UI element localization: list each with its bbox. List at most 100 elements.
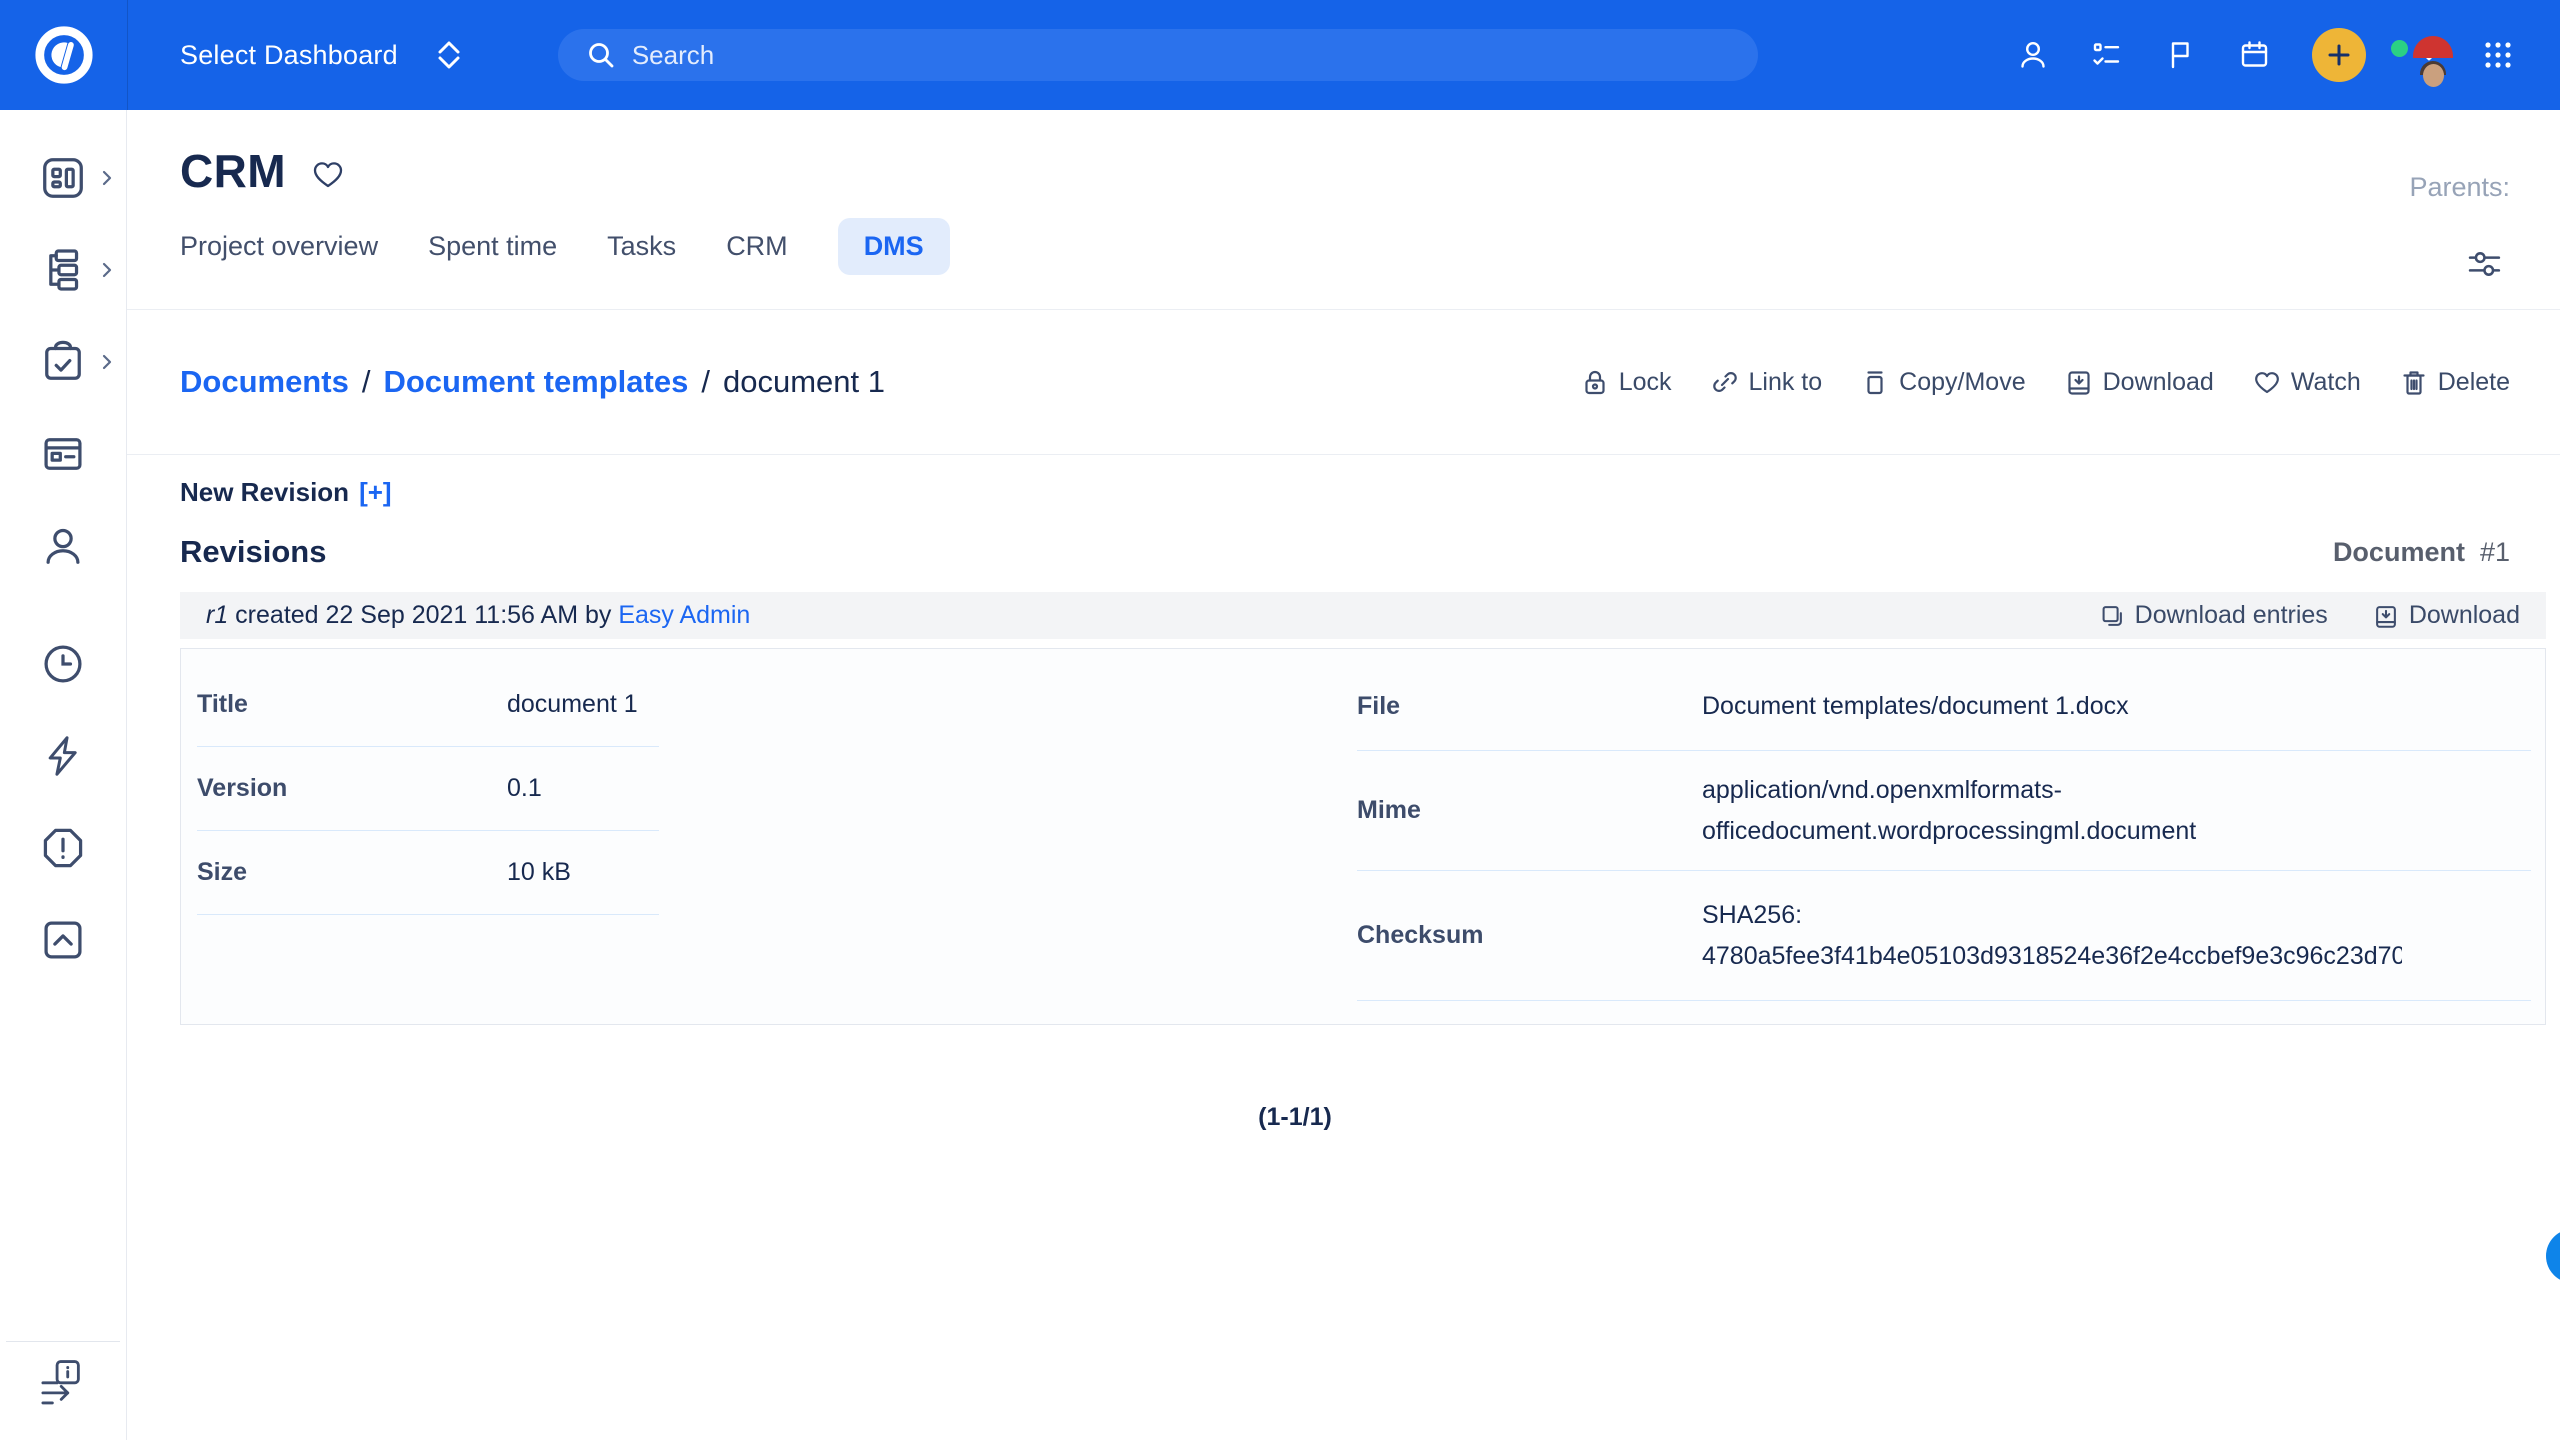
revision-author-link[interactable]: Easy Admin [618,601,750,629]
sidebar-item-modules[interactable] [0,408,126,500]
select-dashboard[interactable]: Select Dashboard [180,38,462,72]
sidebar-info-exit[interactable] [6,1341,120,1440]
copy-entries-icon [2098,602,2126,630]
delete-button[interactable]: Delete [2399,367,2510,397]
detail-value: application/vnd.openxmlformats-officedoc… [1702,770,2402,851]
app-logo[interactable] [0,0,128,110]
watch-label: Watch [2291,368,2361,397]
revisions-section: New Revision[+] Revisions Document #1 r1… [127,477,2560,1132]
details-table-left: Title document 1 Version 0.1 Size 10 kB [197,663,659,915]
copy-move-label: Copy/Move [1899,368,2025,397]
detail-value: Document templates/document 1.docx [1702,686,2402,727]
modules-icon [40,431,86,477]
calendar-button[interactable] [2238,38,2272,72]
search-input[interactable] [632,40,1730,71]
apps-grid-button[interactable] [2480,37,2516,73]
revision-meta-row: r1 created 22 Sep 2021 11:56 AM by Easy … [180,592,2546,639]
user-button[interactable] [2016,38,2050,72]
sidebar-item-alerts[interactable] [0,802,126,894]
tasks-clipboard-icon [40,339,86,385]
document-reference: Document #1 [2333,537,2510,570]
trash-icon [2399,367,2429,397]
page-title: CRM [180,144,286,198]
breadcrumb-separator: / [362,364,371,400]
user-menu[interactable] [2406,44,2440,66]
sidebar-item-time[interactable] [0,618,126,710]
revision-details-panel: Title document 1 Version 0.1 Size 10 kB … [180,648,2546,1025]
detail-label: File [1357,692,1702,721]
search-icon [586,40,616,70]
topbar-actions [2016,28,2560,82]
project-header: CRM Parents: Project overview Spent time… [127,110,2560,310]
apps-grid-icon [2480,37,2516,73]
tab-spent-time[interactable]: Spent time [428,218,557,275]
calendar-icon [2238,38,2272,72]
tab-project-overview[interactable]: Project overview [180,218,378,275]
detail-label: Size [197,858,507,887]
download-entries-button[interactable]: Download entries [2098,601,2328,630]
detail-value: 10 kB [507,852,571,893]
lock-button[interactable]: Lock [1580,367,1672,397]
link-to-label: Link to [1749,368,1823,397]
add-button[interactable] [2312,28,2366,82]
detail-label: Title [197,690,507,719]
new-revision-add-link[interactable]: [+] [359,477,392,507]
tasks-button[interactable] [2090,38,2124,72]
table-row: Checksum SHA256: 4780a5fee3f41b4e05103d9… [1357,871,2531,1001]
user-icon [2016,38,2050,72]
favorite-button[interactable] [310,156,346,192]
breadcrumb-document-templates[interactable]: Document templates [383,364,688,400]
chevron-right-icon[interactable] [98,168,116,188]
tab-crm[interactable]: CRM [726,218,788,275]
table-row: Size 10 kB [197,831,659,915]
sidebar-item-dashboard[interactable] [0,132,126,224]
download-label: Download [2103,368,2214,397]
document-number: #1 [2480,537,2510,568]
link-to-button[interactable]: Link to [1710,367,1823,397]
breadcrumb: Documents / Document templates / documen… [180,364,885,400]
document-type-label: Document [2333,537,2465,568]
sidebar-item-activity[interactable] [0,710,126,802]
revision-meta: r1 created 22 Sep 2021 11:56 AM by Easy … [206,601,750,630]
flag-icon [2164,38,2198,72]
lock-icon [1580,367,1610,397]
tab-tasks[interactable]: Tasks [607,218,676,275]
breadcrumb-separator: / [701,364,710,400]
app-logo-icon [33,24,95,86]
sidebar-item-updates[interactable] [0,894,126,986]
sidebar-item-projects[interactable] [0,224,126,316]
heart-icon [310,156,346,192]
table-row: File Document templates/document 1.docx [1357,663,2531,751]
revision-download-button[interactable]: Download [2372,601,2520,630]
sidebar-item-users[interactable] [0,500,126,592]
table-row: Mime application/vnd.openxmlformats-offi… [1357,751,2531,871]
page-settings-button[interactable] [2464,248,2506,280]
detail-label: Mime [1357,796,1702,825]
download-button[interactable]: Download [2064,367,2214,397]
download-icon [2372,602,2400,630]
activity-icon [40,733,86,779]
revision-created-text: created 22 Sep 2021 11:56 AM by [228,601,618,629]
sidebar [0,110,127,1440]
watch-button[interactable]: Watch [2252,367,2361,397]
chevron-right-icon[interactable] [98,352,116,372]
download-icon [2064,367,2094,397]
sidebar-item-tasks[interactable] [0,316,126,408]
time-icon [40,641,86,687]
copy-move-button[interactable]: Copy/Move [1860,367,2025,397]
detail-value: SHA256: 4780a5fee3f41b4e05103d9318524e36… [1702,895,2402,976]
breadcrumb-current: document 1 [723,364,885,400]
search-bar[interactable] [558,29,1758,81]
users-icon [40,523,86,569]
heart-icon [2252,367,2282,397]
detail-label: Checksum [1357,921,1702,950]
revision-card: r1 created 22 Sep 2021 11:56 AM by Easy … [180,592,2546,1025]
breadcrumb-documents[interactable]: Documents [180,364,349,400]
online-status-dot [2391,40,2408,57]
flags-button[interactable] [2164,38,2198,72]
sliders-icon [2464,248,2506,280]
chevron-right-icon[interactable] [98,260,116,280]
select-dashboard-label: Select Dashboard [180,40,398,71]
tab-dms[interactable]: DMS [838,218,950,275]
copy-move-icon [1860,367,1890,397]
